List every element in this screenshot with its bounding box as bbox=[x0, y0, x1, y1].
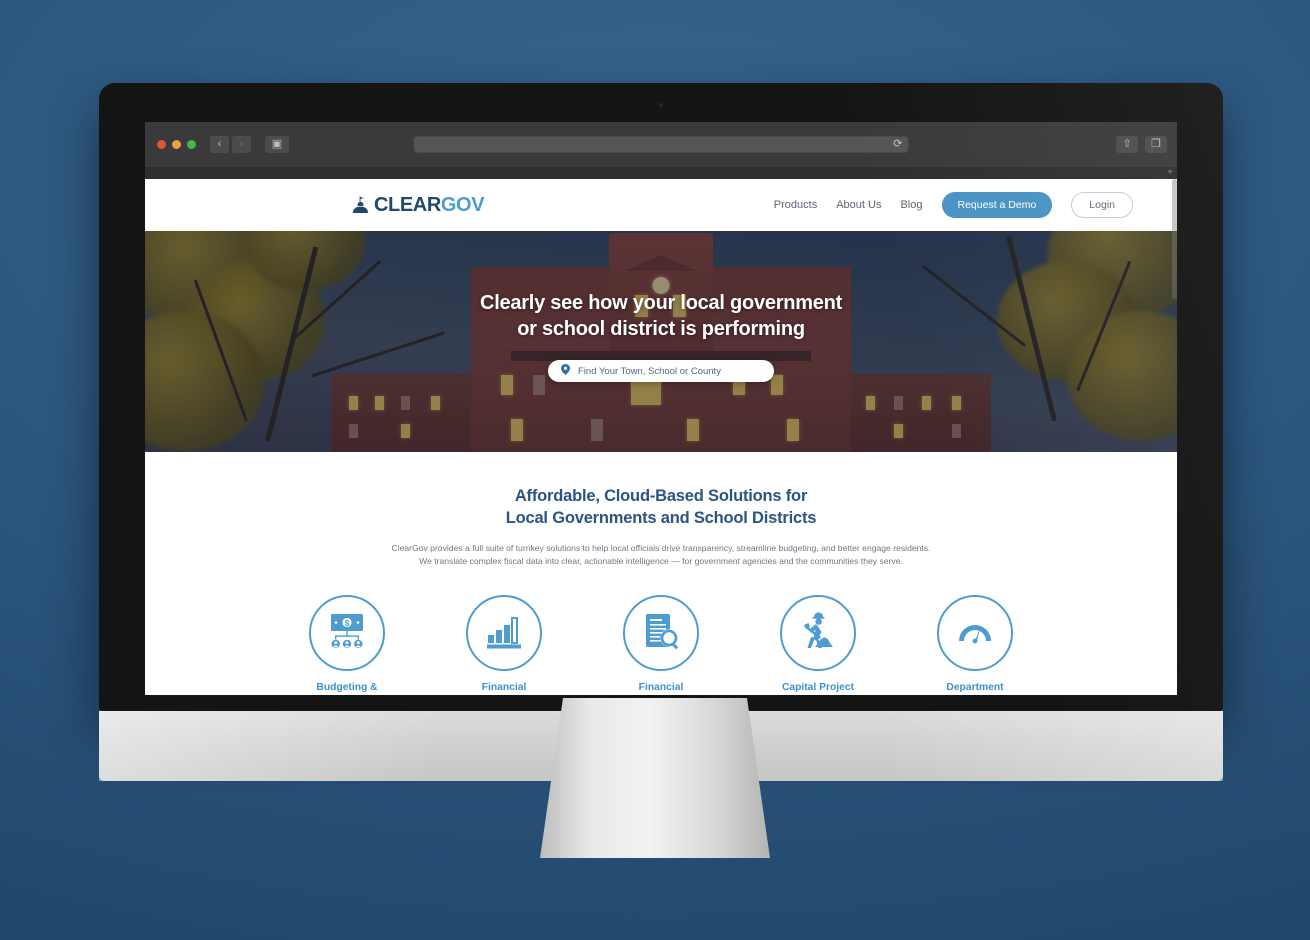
feature-list: $ Budgeting & Financial Financial Capita… bbox=[145, 595, 1177, 695]
forward-icon[interactable]: › bbox=[232, 136, 251, 153]
nav-link-products[interactable]: Products bbox=[774, 199, 817, 211]
nav-link-blog[interactable]: Blog bbox=[900, 199, 922, 211]
maximize-button[interactable] bbox=[187, 140, 196, 149]
feature-capital-project-communications[interactable]: Capital Project Communications Keep citi… bbox=[754, 595, 883, 695]
monitor-bezel: ‹ › ▣ ⟳ ⇧ ❐ + CLEARGOV Products About Us… bbox=[99, 83, 1223, 711]
hero-heading-line1: Clearly see how your local government bbox=[480, 292, 842, 314]
feature-icon-circle bbox=[937, 595, 1013, 672]
feature-title-line1: Budgeting & bbox=[316, 682, 378, 694]
solutions-paragraph-line2: We translate complex fiscal data into cl… bbox=[419, 556, 903, 567]
location-search-input[interactable] bbox=[576, 364, 761, 378]
hero-heading: Clearly see how your local government or… bbox=[145, 291, 1177, 342]
page-content: CLEARGOV Products About Us Blog Request … bbox=[145, 179, 1177, 695]
solutions-heading: Affordable, Cloud-Based Solutions for Lo… bbox=[145, 486, 1177, 530]
feature-title-line1: Financial bbox=[481, 682, 527, 694]
logo-wordmark: CLEARGOV bbox=[374, 194, 485, 216]
reload-icon[interactable]: ⟳ bbox=[893, 139, 902, 150]
share-icon[interactable]: ⇧ bbox=[1116, 136, 1138, 153]
feature-financial-benchmarking[interactable]: Financial Benchmarking Make better decis… bbox=[440, 595, 569, 695]
nav-link-about-us[interactable]: About Us bbox=[836, 199, 881, 211]
money-org-chart-icon: $ bbox=[326, 610, 368, 657]
cleargov-logo[interactable]: CLEARGOV bbox=[351, 194, 485, 216]
location-search-box[interactable] bbox=[548, 360, 774, 383]
feature-icon-circle bbox=[780, 595, 856, 672]
sidebar-toggle-icon[interactable]: ▣ bbox=[265, 136, 289, 153]
hero-heading-line2: or school district is performing bbox=[517, 317, 805, 340]
bar-chart-icon bbox=[483, 610, 525, 657]
solutions-paragraph-line1: ClearGov provides a full suite of turnke… bbox=[391, 542, 931, 553]
window-controls[interactable] bbox=[157, 140, 196, 149]
browser-toolbar: ‹ › ▣ ⟳ ⇧ ❐ bbox=[145, 122, 1177, 167]
request-demo-button[interactable]: Request a Demo bbox=[941, 192, 1053, 218]
solutions-section: Affordable, Cloud-Based Solutions for Lo… bbox=[145, 452, 1177, 695]
capitol-dome-flag-icon bbox=[351, 196, 370, 215]
feature-icon-circle bbox=[623, 595, 699, 672]
construction-worker-icon bbox=[797, 610, 839, 657]
speedometer-gauge-icon bbox=[954, 610, 996, 657]
login-button[interactable]: Login bbox=[1071, 192, 1133, 218]
feature-title: Financial Benchmarking bbox=[440, 682, 569, 695]
feature-title: Financial Transparency bbox=[597, 682, 726, 695]
feature-title-line1: Department bbox=[946, 682, 1004, 694]
logo-text-gov: GOV bbox=[440, 194, 485, 216]
minimize-button[interactable] bbox=[172, 140, 181, 149]
close-button[interactable] bbox=[157, 140, 166, 149]
feature-title-line1: Financial bbox=[638, 682, 684, 694]
map-pin-icon bbox=[561, 362, 570, 380]
screen: ‹ › ▣ ⟳ ⇧ ❐ + CLEARGOV Products About Us… bbox=[145, 122, 1177, 695]
solutions-heading-line2: Local Governments and School Districts bbox=[505, 508, 817, 527]
feature-department-dashboards[interactable]: Department Dashboards Create public acco… bbox=[911, 595, 1040, 695]
solutions-heading-line1: Affordable, Cloud-Based Solutions for bbox=[514, 487, 808, 505]
imac-device: ‹ › ▣ ⟳ ⇧ ❐ + CLEARGOV Products About Us… bbox=[99, 83, 1223, 781]
feature-budgeting-forecasting[interactable]: $ Budgeting & bbox=[283, 595, 412, 695]
hero-content: Clearly see how your local government or… bbox=[145, 231, 1177, 383]
back-icon[interactable]: ‹ bbox=[210, 136, 229, 153]
feature-title: Budgeting & Forecasting bbox=[283, 682, 412, 695]
feature-financial-transparency[interactable]: Financial Transparency Publish detailed … bbox=[597, 595, 726, 695]
feature-icon-circle bbox=[466, 595, 542, 672]
svg-text:$: $ bbox=[345, 619, 350, 628]
document-magnifier-icon bbox=[640, 610, 682, 657]
feature-title-line1: Capital Project bbox=[781, 682, 855, 694]
address-bar[interactable]: ⟳ bbox=[413, 136, 909, 153]
site-header: CLEARGOV Products About Us Blog Request … bbox=[145, 179, 1177, 231]
feature-title: Department Dashboards bbox=[911, 682, 1040, 695]
logo-text-clear: CLEAR bbox=[374, 194, 441, 216]
webcam-icon bbox=[658, 102, 664, 108]
new-tab-icon[interactable]: + bbox=[1167, 168, 1173, 178]
solutions-paragraph: ClearGov provides a full suite of turnke… bbox=[361, 542, 961, 570]
tab-bar: + bbox=[145, 167, 1177, 179]
hero-section: Clearly see how your local government or… bbox=[145, 231, 1177, 452]
feature-icon-circle: $ bbox=[309, 595, 385, 672]
feature-title: Capital Project Communications bbox=[754, 682, 883, 695]
tabs-icon[interactable]: ❐ bbox=[1145, 136, 1167, 153]
monitor-stand bbox=[540, 698, 770, 858]
main-navigation: Products About Us Blog Request a Demo Lo… bbox=[774, 192, 1133, 218]
